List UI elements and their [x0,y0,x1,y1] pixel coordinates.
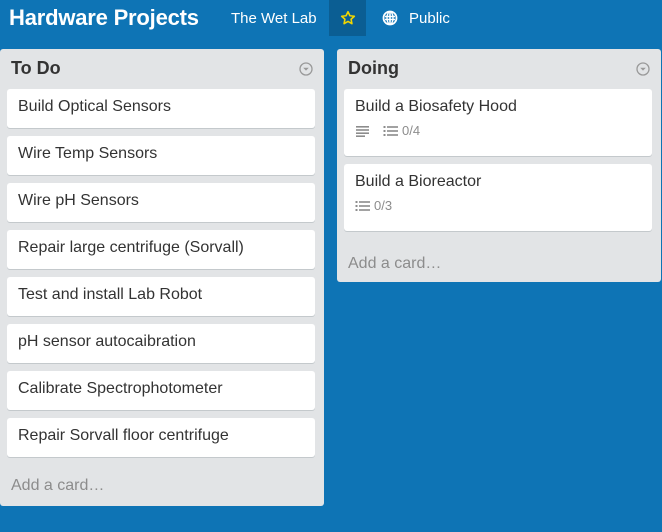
visibility-label: Public [409,9,450,27]
card-badges: 0/4 [355,123,642,139]
card-title: Build a Bioreactor [355,173,482,190]
card-title: Repair Sorvall floor centrifuge [18,427,229,444]
card[interactable]: Wire pH Sensors [7,183,315,222]
list-todo: To Do Build Optical Sensors Wire Temp Se… [0,49,324,506]
list-menu-icon[interactable] [636,62,650,76]
list-header: Doing [337,49,661,85]
card-title: Wire pH Sensors [18,192,139,209]
list-header: To Do [0,49,324,85]
description-badge [355,125,373,137]
list-title[interactable]: To Do [11,58,61,78]
add-card-button[interactable]: Add a card… [11,476,104,496]
checklist-badge: 0/3 [355,196,392,216]
list-menu-icon[interactable] [299,62,313,76]
card-title: Repair large centrifuge (Sorvall) [18,239,244,256]
card[interactable]: Calibrate Spectrophotometer [7,371,315,410]
card[interactable]: Test and install Lab Robot [7,277,315,316]
list-doing: Doing Build a Biosafety Hood 0/4 Build a… [337,49,661,282]
card-title: Wire Temp Sensors [18,145,158,162]
card-title: Build a Biosafety Hood [355,98,517,115]
visibility-button[interactable]: Public [382,8,450,28]
star-button[interactable] [329,0,366,36]
board-header: Hardware Projects The Wet Lab Public [0,0,662,36]
organization-link[interactable]: The Wet Lab [231,10,317,28]
checklist-count: 0/3 [374,198,393,213]
card[interactable]: Build Optical Sensors [7,89,315,128]
checklist-icon [383,126,398,136]
checklist-badge: 0/4 [383,121,420,141]
card[interactable]: pH sensor autocaibration [7,324,315,363]
card[interactable]: Wire Temp Sensors [7,136,315,175]
board-title[interactable]: Hardware Projects [9,5,199,31]
card-badges: 0/3 [355,198,642,214]
card-title: Test and install Lab Robot [18,286,203,303]
card[interactable]: Repair large centrifuge (Sorvall) [7,230,315,269]
list-title[interactable]: Doing [348,58,399,78]
card-title: Calibrate Spectrophotometer [18,380,223,397]
checklist-icon [355,201,370,211]
card-list: Build Optical Sensors Wire Temp Sensors … [7,89,315,465]
card-title: pH sensor autocaibration [18,333,196,350]
add-card-button[interactable]: Add a card… [348,254,441,274]
globe-icon [382,10,398,26]
card-list: Build a Biosafety Hood 0/4 Build a Biore… [344,89,652,239]
checklist-count: 0/4 [402,123,421,138]
card-title: Build Optical Sensors [18,98,171,115]
card[interactable]: Repair Sorvall floor centrifuge [7,418,315,457]
star-icon [340,10,355,25]
description-icon [356,126,369,137]
card[interactable]: Build a Bioreactor 0/3 [344,164,652,231]
card[interactable]: Build a Biosafety Hood 0/4 [344,89,652,156]
